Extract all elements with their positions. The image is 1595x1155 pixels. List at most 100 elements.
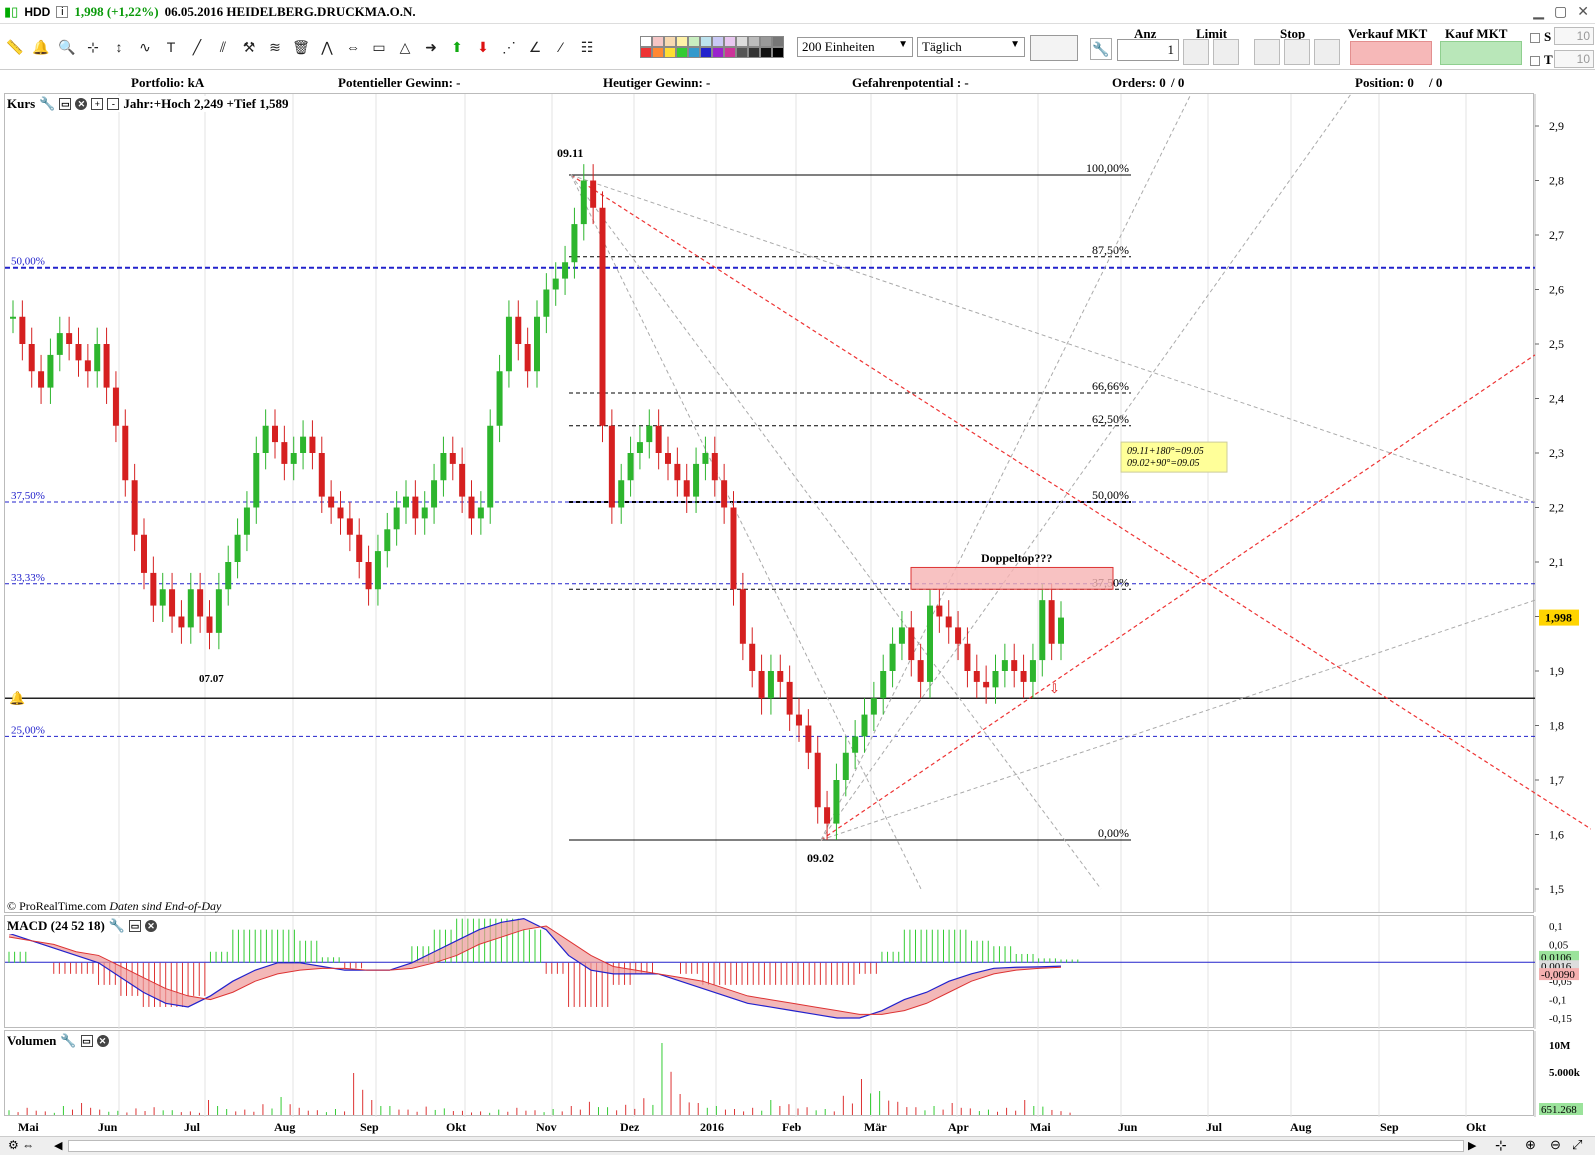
trend-icon[interactable]: ⋀ — [316, 36, 338, 58]
info-icon[interactable]: i — [56, 5, 69, 18]
indicator-icon[interactable]: ∿ — [134, 36, 156, 58]
window-icon[interactable]: ▭ — [129, 920, 142, 932]
candle-body — [28, 344, 35, 372]
buy-market-button[interactable] — [1440, 41, 1522, 65]
crosshair-icon[interactable]: ⊹ — [1495, 1137, 1507, 1154]
price-pane-title: Kurs — [7, 96, 36, 111]
minimize-icon[interactable]: ▁ — [1533, 3, 1544, 20]
line-icon[interactable]: ╱ — [186, 36, 208, 58]
chart-type-icon[interactable]: ▮▯ — [4, 4, 18, 20]
line-tool-icon[interactable]: ⁄ — [550, 36, 572, 58]
properties-icon[interactable]: ☷ — [576, 36, 598, 58]
y-tick-label: -0,15 — [1549, 1013, 1572, 1025]
arrow-right-icon[interactable]: ➜ — [420, 36, 442, 58]
close-icon[interactable]: ✕ — [1577, 3, 1589, 20]
link-icon[interactable]: ⚙ ⇔ — [8, 1138, 34, 1152]
t-checkbox[interactable] — [1530, 56, 1540, 66]
y-tick-label: 0,05 — [1549, 939, 1569, 951]
fit-icon[interactable]: ⤢ — [1572, 1137, 1582, 1153]
y-tick-label: 0,1 — [1549, 921, 1563, 933]
y-tick-label: 2,6 — [1549, 283, 1564, 297]
scroll-left-icon[interactable]: ◀ — [54, 1139, 62, 1152]
close-pane-icon[interactable]: ✕ — [145, 920, 158, 932]
level-label: 33,33% — [11, 572, 45, 584]
close-pane-icon[interactable]: ✕ — [75, 98, 88, 110]
candle-body — [580, 180, 587, 225]
wrench-icon[interactable]: 🔧 — [60, 1033, 76, 1049]
zoom-icon[interactable]: 🔍 — [56, 36, 78, 58]
quantity-input[interactable]: 1 — [1117, 39, 1179, 61]
arrow-down-icon[interactable]: ⬇ — [472, 36, 494, 58]
candle-body — [515, 316, 522, 344]
collapse-icon[interactable]: - — [107, 98, 120, 110]
fibonacci-icon[interactable]: ≋ — [264, 36, 286, 58]
bell-icon[interactable]: 🔔 — [30, 36, 52, 58]
expand-icon[interactable]: + — [91, 98, 104, 110]
rectangle-icon[interactable]: ▭ — [368, 36, 390, 58]
trash-icon[interactable]: 🗑 — [290, 36, 312, 58]
sell-mkt-label: Verkauf MKT — [1348, 26, 1428, 41]
candle-body — [898, 627, 905, 644]
candle-body — [393, 507, 400, 530]
fib-label: 62,50% — [1092, 412, 1129, 426]
price-chart-pane[interactable]: 2,92,82,72,62,52,42,32,22,121,91,81,71,6… — [4, 93, 1591, 913]
settings-wrench-icon[interactable]: 🔧 — [1090, 38, 1112, 60]
chart-style-button[interactable] — [1030, 35, 1078, 61]
color-palette[interactable] — [640, 36, 790, 58]
arrow-up-icon[interactable]: ⬆ — [446, 36, 468, 58]
symbol-label[interactable]: HDD — [24, 5, 50, 19]
candle-body — [824, 807, 831, 824]
cursor-icon[interactable]: ↕ — [108, 36, 130, 58]
text-icon[interactable]: T — [160, 36, 182, 58]
close-pane-icon[interactable]: ✕ — [96, 1035, 109, 1047]
position-label: Position: 0 — [1355, 75, 1414, 90]
stop-extra-button[interactable] — [1314, 39, 1340, 65]
buy-mkt-label: Kauf MKT — [1445, 26, 1508, 41]
hammer-icon[interactable]: ⚒ — [238, 36, 260, 58]
limit-buy-button[interactable] — [1183, 39, 1209, 65]
sell-market-button[interactable] — [1350, 41, 1432, 65]
parallel-icon[interactable]: ⫽ — [212, 36, 234, 58]
macd-chart-svg[interactable]: 0,10,050-0,05-0,1-0,150,01060,0016-0,009… — [1, 916, 1591, 1029]
ruler-icon[interactable]: 📏 — [4, 36, 26, 58]
interval-select[interactable]: Täglich ▼ — [917, 37, 1025, 57]
volume-pane-title: Volumen — [7, 1033, 57, 1048]
s-input[interactable]: 10 — [1554, 27, 1594, 45]
candle-body — [833, 780, 840, 824]
note-line2: 09.02+90°=09.05 — [1127, 458, 1200, 469]
zoom-in-icon[interactable]: ⊕ — [1525, 1137, 1536, 1153]
candle-body — [777, 671, 784, 682]
wrench-icon[interactable]: 🔧 — [109, 918, 125, 934]
volume-chart-svg[interactable]: 10M 5.000k 651.268 — [1, 1031, 1591, 1117]
volume-pane[interactable]: 10M 5.000k 651.268 Volumen 🔧 ▭ ✕ — [4, 1030, 1583, 1117]
fib-label: 50,00% — [1092, 488, 1129, 502]
bottom-scroll-bar[interactable]: ⚙ ⇔ ◀ ▶ ⊹ ⊕ ⊖ ⤢ — [0, 1136, 1595, 1155]
wrench-icon[interactable]: 🔧 — [39, 96, 55, 112]
candle-body — [103, 344, 110, 388]
limit-sell-button[interactable] — [1213, 39, 1239, 65]
scroll-right-icon[interactable]: ▶ — [1468, 1139, 1476, 1152]
crosshair-icon[interactable]: ⊹ — [82, 36, 104, 58]
gann-fan-icon[interactable]: ⋰ — [498, 36, 520, 58]
scrollbar-track[interactable] — [68, 1140, 1464, 1152]
s-checkbox[interactable] — [1530, 33, 1540, 43]
volume-pane-header: Volumen 🔧 ▭ ✕ — [7, 1033, 109, 1049]
orders-count: / 0 — [1171, 75, 1185, 90]
macd-pane[interactable]: 0,10,050-0,05-0,1-0,150,01060,0016-0,009… — [4, 915, 1579, 1029]
candle-body — [421, 507, 428, 519]
candle-body — [749, 643, 756, 671]
y-tick-label: 1,9 — [1549, 664, 1564, 678]
candle-body — [178, 616, 185, 628]
window-icon[interactable]: ▭ — [59, 98, 72, 110]
units-select[interactable]: 200 Einheiten ▼ — [797, 37, 913, 57]
stop-sell-button[interactable] — [1284, 39, 1310, 65]
maximize-icon[interactable]: ▢ — [1554, 3, 1567, 20]
arrows-icon[interactable]: ⇔ — [342, 36, 364, 58]
triangle-icon[interactable]: △ — [394, 36, 416, 58]
price-chart-svg[interactable]: 2,92,82,72,62,52,42,32,22,121,91,81,71,6… — [1, 94, 1591, 914]
zoom-out-icon[interactable]: ⊖ — [1550, 1137, 1561, 1153]
window-icon[interactable]: ▭ — [80, 1035, 93, 1047]
t-input[interactable]: 10 — [1554, 50, 1594, 68]
stop-buy-button[interactable] — [1254, 39, 1280, 65]
gann-angle-icon[interactable]: ∠ — [524, 36, 546, 58]
